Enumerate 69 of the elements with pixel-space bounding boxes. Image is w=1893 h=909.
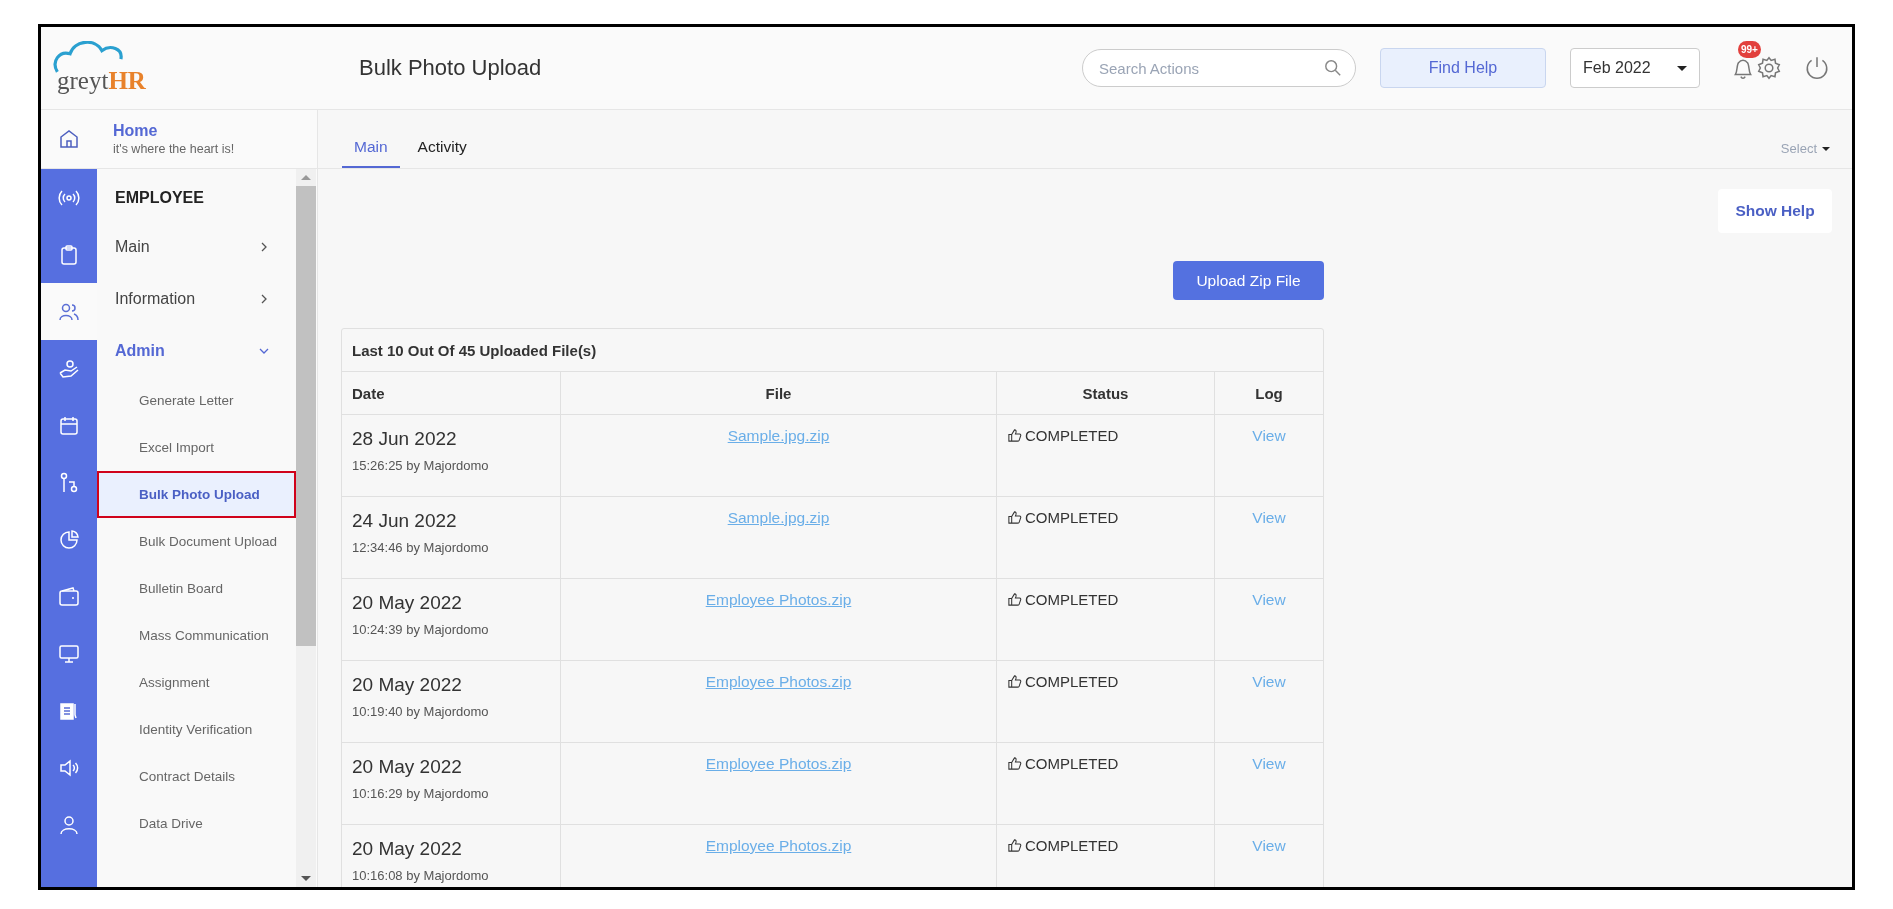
upload-date: 28 Jun 2022 — [352, 428, 458, 450]
settings-icon[interactable] — [1756, 55, 1782, 81]
caret-icon — [1822, 146, 1830, 151]
pie-chart-icon — [57, 527, 81, 552]
upload-time: 10:16:29 by Majordomo — [352, 786, 490, 801]
menu-item[interactable]: Assignment — [97, 659, 296, 706]
menu-group[interactable]: Information — [97, 273, 296, 325]
menu-item[interactable]: Bulletin Board — [97, 565, 296, 612]
column-header: File — [561, 372, 997, 414]
upload-date: 20 May 2022 — [352, 592, 463, 614]
scroll-up-icon[interactable] — [301, 175, 311, 180]
power-icon[interactable] — [1804, 55, 1830, 81]
tab[interactable]: Main — [342, 138, 400, 168]
menu-group[interactable]: Admin — [97, 325, 296, 377]
column-header: Log — [1254, 383, 1284, 404]
thumbs-up-icon — [1007, 428, 1022, 443]
month-dropdown[interactable]: Feb 2022 — [1570, 48, 1700, 88]
menu-item[interactable]: Bulk Document Upload — [97, 518, 296, 565]
scroll-down-icon[interactable] — [301, 876, 311, 881]
thumbs-up-icon — [1007, 510, 1022, 525]
status-text: COMPLETED — [1025, 426, 1119, 446]
home-link[interactable]: Home — [113, 122, 235, 140]
column-header: Status — [997, 372, 1215, 414]
search-icon — [1324, 59, 1342, 77]
caret-icon — [1677, 65, 1687, 71]
page-title: Bulk Photo Upload — [358, 55, 543, 81]
thumbs-up-icon — [1007, 756, 1022, 771]
tab[interactable]: Activity — [405, 138, 479, 168]
menu-item[interactable]: Contract Details — [97, 753, 296, 800]
menu-item[interactable]: Generate Letter — [97, 377, 296, 424]
upload-time: 10:16:08 by Majordomo — [352, 868, 490, 883]
column-header: Date — [342, 372, 561, 414]
upload-time: 10:24:39 by Majordomo — [352, 622, 490, 637]
thumbs-up-icon — [1007, 838, 1022, 853]
thumbs-up-icon — [1007, 674, 1022, 689]
table-caption: Last 10 Out Of 45 Uploaded File(s) — [342, 329, 1323, 372]
menu-item[interactable]: Excel Import — [97, 424, 296, 471]
section-heading: EMPLOYEE — [114, 188, 205, 208]
notification-badge: 99+ — [1738, 41, 1761, 58]
menu-item[interactable]: Bulk Photo Upload — [97, 471, 296, 518]
upload-zip-button[interactable]: Upload Zip File — [1173, 261, 1324, 300]
search-field[interactable]: Search Actions — [1082, 49, 1356, 87]
upload-date: 20 May 2022 — [352, 674, 463, 696]
menu-item[interactable]: Data Drive — [97, 800, 296, 847]
menu-item[interactable]: Mass Communication — [97, 612, 296, 659]
scrollbar[interactable] — [296, 169, 316, 887]
scrollbar-thumb[interactable] — [296, 186, 316, 646]
greythr-logo: greytHR — [41, 27, 297, 109]
upload-date: 24 Jun 2022 — [352, 510, 458, 532]
show-help-button[interactable]: Show Help — [1718, 189, 1832, 233]
upload-time: 12:34:46 by Majordomo — [352, 540, 490, 555]
menu-group[interactable]: Main — [97, 221, 296, 273]
find-help-button[interactable]: Find Help — [1380, 48, 1546, 88]
upload-date: 20 May 2022 — [352, 756, 463, 778]
thumbs-up-icon — [1007, 592, 1022, 607]
cloud-icon — [51, 41, 123, 73]
select-dropdown[interactable]: Select — [1780, 141, 1830, 168]
wallet-icon — [57, 584, 81, 609]
upload-time: 15:26:25 by Majordomo — [352, 458, 490, 473]
home-subtitle: it's where the heart is! — [113, 142, 235, 156]
status-text: COMPLETED — [1025, 836, 1119, 856]
home-icon[interactable] — [57, 127, 81, 151]
status-text: COMPLETED — [1025, 754, 1119, 774]
upload-date: 20 May 2022 — [352, 838, 463, 860]
menu-item[interactable]: Identity Verification — [97, 706, 296, 753]
status-text: COMPLETED — [1025, 508, 1119, 528]
status-text: COMPLETED — [1025, 672, 1119, 692]
upload-time: 10:19:40 by Majordomo — [352, 704, 490, 719]
status-text: COMPLETED — [1025, 590, 1119, 610]
